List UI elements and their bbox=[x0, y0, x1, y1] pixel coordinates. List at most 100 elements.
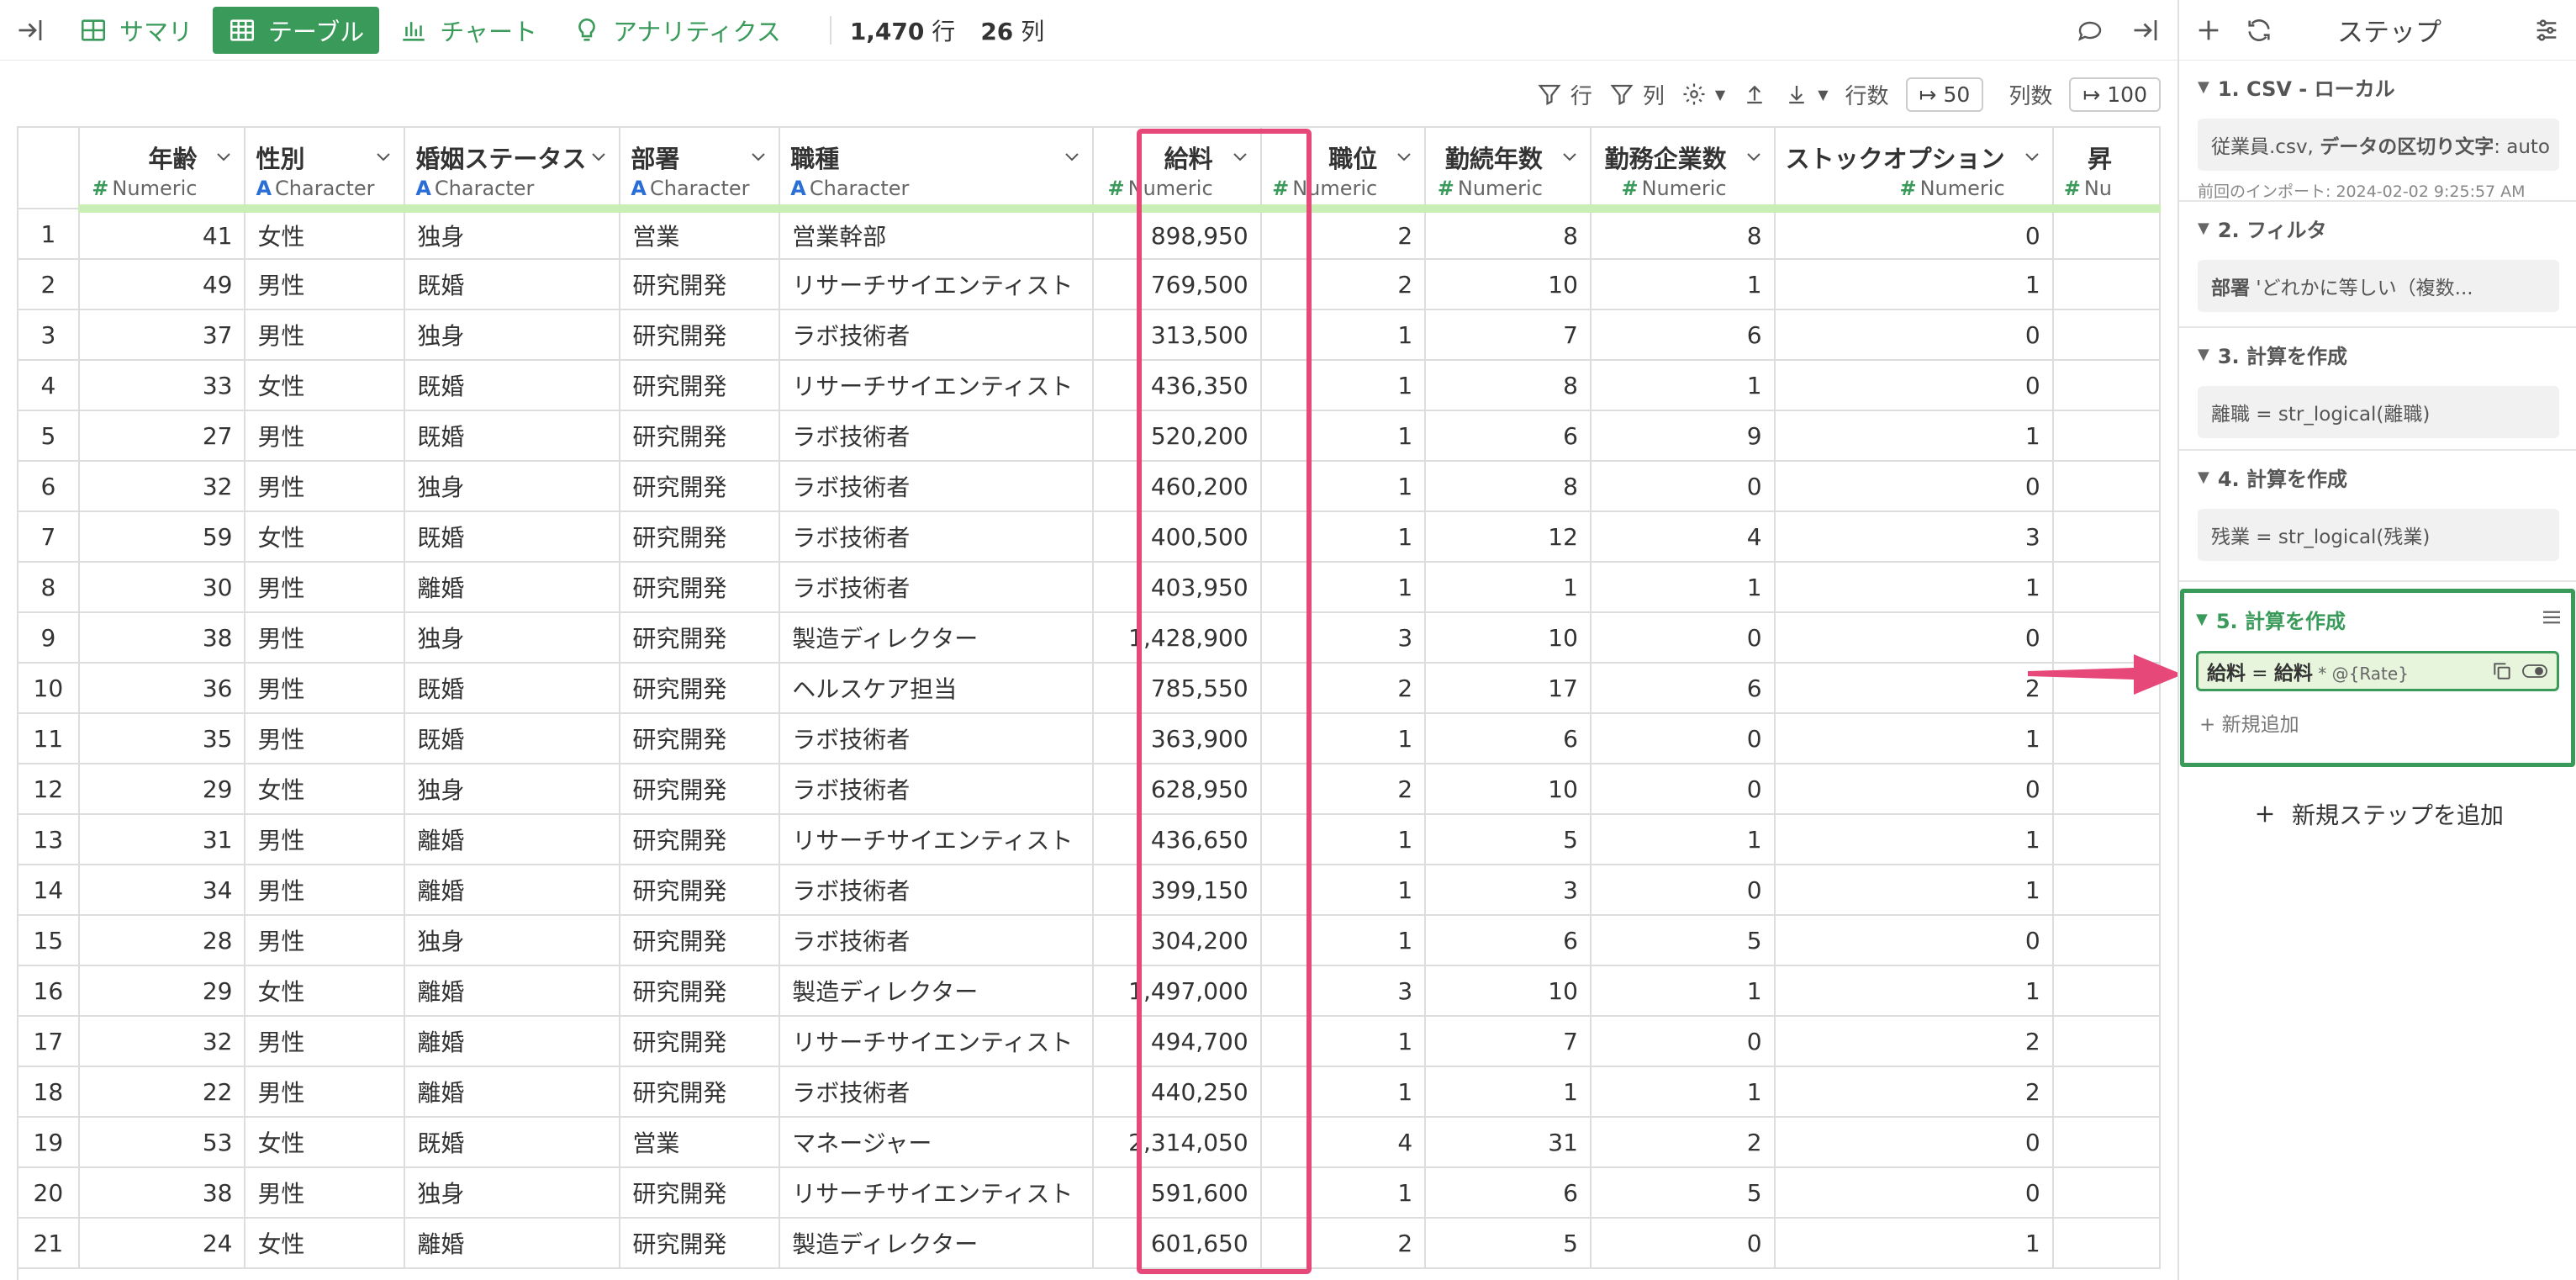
table-cell[interactable]: 既婚 bbox=[404, 713, 621, 764]
column-header[interactable]: 勤務企業数 # Numeric bbox=[1590, 128, 1776, 213]
table-cell[interactable]: 400,500 bbox=[1092, 511, 1262, 563]
column-header[interactable]: 勤続年数 # Numeric bbox=[1425, 128, 1592, 213]
table-cell[interactable]: 8 bbox=[1590, 209, 1776, 260]
table-cell[interactable]: 403,950 bbox=[1092, 562, 1262, 613]
table-cell[interactable] bbox=[2052, 814, 2161, 865]
table-cell[interactable]: 30 bbox=[78, 562, 246, 613]
table-cell[interactable]: ラボ技術者 bbox=[779, 915, 1094, 966]
table-cell[interactable]: 男性 bbox=[245, 410, 406, 462]
table-cell[interactable]: ラボ技術者 bbox=[779, 461, 1094, 512]
table-cell[interactable]: 27 bbox=[78, 410, 246, 462]
table-cell[interactable]: 29 bbox=[78, 764, 246, 815]
table-cell[interactable]: 研究開発 bbox=[620, 309, 781, 361]
table-cell[interactable]: 313,500 bbox=[1092, 309, 1262, 361]
table-cell[interactable]: リサーチサイエンティスト bbox=[779, 814, 1094, 865]
table-cell[interactable]: 34 bbox=[78, 865, 246, 916]
table-cell[interactable]: ラボ技術者 bbox=[779, 511, 1094, 563]
table-cell[interactable]: 男性 bbox=[245, 663, 406, 714]
cols-limit-input[interactable]: ↦ 100 bbox=[2069, 77, 2161, 112]
table-cell[interactable]: 既婚 bbox=[404, 410, 621, 462]
table-cell[interactable]: ヘルスケア担当 bbox=[779, 663, 1094, 714]
table-cell[interactable]: 1,428,900 bbox=[1092, 612, 1262, 664]
table-row[interactable]: 14 34 男性 離婚 研究開発 ラボ技術者 399,150 1 3 0 1 bbox=[18, 865, 2161, 916]
table-cell[interactable]: 520,200 bbox=[1092, 410, 1262, 462]
table-cell[interactable] bbox=[2052, 410, 2161, 462]
table-cell[interactable]: 研究開発 bbox=[620, 612, 781, 664]
row-filter-button[interactable]: 行 bbox=[1537, 79, 1592, 110]
table-cell[interactable]: 1 bbox=[1260, 915, 1427, 966]
table-cell[interactable]: 494,700 bbox=[1092, 1016, 1262, 1067]
step-2-card[interactable]: 部署 'どれかに等しい（複数... bbox=[2198, 260, 2559, 312]
step-5-active[interactable]: ▼ 5. 計算を作成 給料 = 給料 * @{Rate} + 新規追加 bbox=[2180, 589, 2575, 767]
step-1-title[interactable]: ▼ 1. CSV - ローカル bbox=[2198, 72, 2559, 102]
table-cell[interactable]: 研究開発 bbox=[620, 663, 781, 714]
chevron-down-icon[interactable] bbox=[748, 146, 768, 167]
table-cell[interactable]: ラボ技術者 bbox=[779, 410, 1094, 462]
table-cell[interactable]: 12 bbox=[1425, 511, 1592, 563]
table-row[interactable]: 11 35 男性 既婚 研究開発 ラボ技術者 363,900 1 6 0 1 bbox=[18, 713, 2161, 764]
table-cell[interactable]: 研究開発 bbox=[620, 360, 781, 411]
table-cell[interactable] bbox=[2052, 259, 2161, 310]
table-cell[interactable]: 5 bbox=[1590, 1167, 1776, 1219]
table-cell[interactable]: 1 bbox=[1774, 814, 2054, 865]
table-row[interactable]: 7 59 女性 既婚 研究開発 ラボ技術者 400,500 1 12 4 3 bbox=[18, 511, 2161, 563]
table-cell[interactable]: 男性 bbox=[245, 713, 406, 764]
table-cell[interactable]: 31 bbox=[78, 814, 246, 865]
table-row[interactable]: 10 36 男性 既婚 研究開発 ヘルスケア担当 785,550 2 17 6 2 bbox=[18, 663, 2161, 714]
table-cell[interactable]: 31 bbox=[1425, 1117, 1592, 1168]
add-new-button[interactable]: + 新規追加 bbox=[2196, 708, 2559, 737]
table-cell[interactable]: 2 bbox=[1774, 1066, 2054, 1118]
add-step-button[interactable]: 新規ステップを追加 bbox=[2253, 797, 2504, 831]
rows-limit-input[interactable]: ↦ 50 bbox=[1905, 77, 1984, 112]
table-cell[interactable]: 研究開発 bbox=[620, 915, 781, 966]
table-cell[interactable]: 6 bbox=[1425, 713, 1592, 764]
table-cell[interactable]: 0 bbox=[1774, 360, 2054, 411]
table-cell[interactable]: 男性 bbox=[245, 1066, 406, 1118]
table-cell[interactable]: 離婚 bbox=[404, 562, 621, 613]
column-header[interactable]: 婚姻ステータス A Character bbox=[404, 128, 621, 213]
table-cell[interactable]: 0 bbox=[1774, 764, 2054, 815]
table-cell[interactable]: 1 bbox=[1260, 713, 1427, 764]
table-cell[interactable]: 営業 bbox=[620, 1117, 781, 1168]
table-cell[interactable]: 1 bbox=[1260, 511, 1427, 563]
table-cell[interactable]: 1 bbox=[1425, 1066, 1592, 1118]
table-cell[interactable]: 7 bbox=[1425, 1016, 1592, 1067]
table-row[interactable]: 4 33 女性 既婚 研究開発 リサーチサイエンティスト 436,350 1 8 1 0 bbox=[18, 360, 2161, 411]
table-cell[interactable]: 4 bbox=[1260, 1117, 1427, 1168]
chevron-down-icon[interactable] bbox=[1394, 146, 1414, 167]
table-cell[interactable]: 10 bbox=[1425, 612, 1592, 664]
table-cell[interactable]: 研究開発 bbox=[620, 259, 781, 310]
table-cell[interactable]: 17 bbox=[1425, 663, 1592, 714]
tab-chart[interactable]: チャート bbox=[384, 7, 552, 54]
table-cell[interactable]: 6 bbox=[1425, 1167, 1592, 1219]
table-cell[interactable]: 8 bbox=[1425, 461, 1592, 512]
table-cell[interactable]: 32 bbox=[78, 461, 246, 512]
table-cell[interactable]: 10 bbox=[1425, 259, 1592, 310]
table-cell[interactable]: 36 bbox=[78, 663, 246, 714]
plus-icon[interactable] bbox=[2194, 16, 2223, 45]
table-cell[interactable]: 研究開発 bbox=[620, 1167, 781, 1219]
table-cell[interactable]: 37 bbox=[78, 309, 246, 361]
table-cell[interactable]: 591,600 bbox=[1092, 1167, 1262, 1219]
collapse-left-icon[interactable] bbox=[15, 15, 45, 45]
table-cell[interactable]: 1 bbox=[1260, 865, 1427, 916]
table-cell[interactable]: 1,497,000 bbox=[1092, 965, 1262, 1017]
table-cell[interactable]: 独身 bbox=[404, 461, 621, 512]
table-cell[interactable]: 628,950 bbox=[1092, 764, 1262, 815]
tab-summary[interactable]: サマリ bbox=[64, 7, 208, 54]
table-cell[interactable] bbox=[2052, 915, 2161, 966]
table-cell[interactable]: 男性 bbox=[245, 612, 406, 664]
settings-dropdown[interactable]: ▼ bbox=[1681, 82, 1725, 107]
chevron-down-icon[interactable] bbox=[373, 146, 393, 167]
table-cell[interactable]: 3 bbox=[1425, 865, 1592, 916]
column-header[interactable]: 部署 A Character bbox=[620, 128, 781, 213]
chevron-down-icon[interactable] bbox=[2022, 146, 2042, 167]
table-row[interactable]: 13 31 男性 離婚 研究開発 リサーチサイエンティスト 436,650 1 5 1 1 bbox=[18, 814, 2161, 865]
table-cell[interactable]: 0 bbox=[1774, 309, 2054, 361]
table-cell[interactable]: 59 bbox=[78, 511, 246, 563]
step-1[interactable]: ▼ 1. CSV - ローカル 従業員.csv, データの区切り文字: auto … bbox=[2179, 61, 2576, 202]
table-cell[interactable]: 41 bbox=[78, 209, 246, 260]
table-cell[interactable]: 研究開発 bbox=[620, 1218, 781, 1269]
table-cell[interactable]: 2 bbox=[1590, 1117, 1776, 1168]
table-cell[interactable]: 399,150 bbox=[1092, 865, 1262, 916]
